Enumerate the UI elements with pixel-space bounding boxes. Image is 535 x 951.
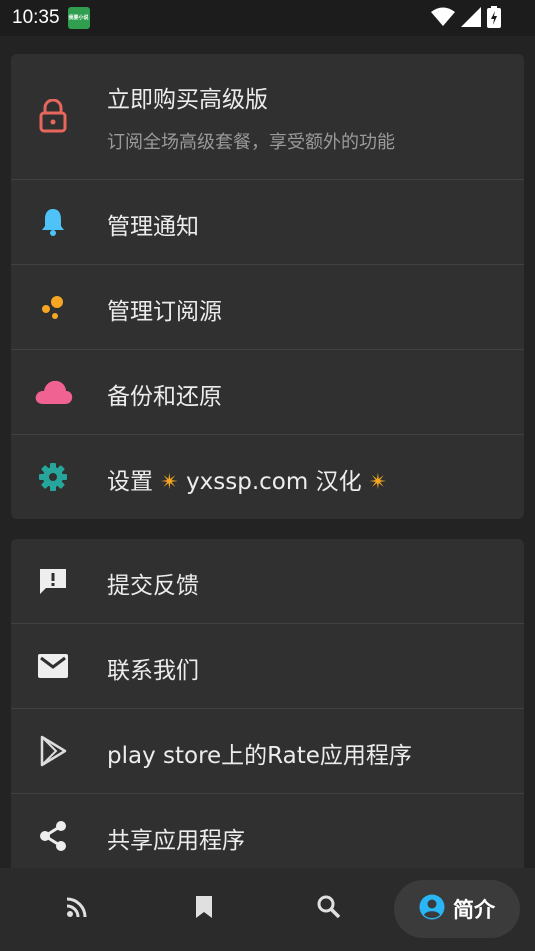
share-icon [33,816,73,856]
nav-search[interactable] [304,884,354,934]
bell-icon [33,202,73,242]
buy-premium-item[interactable]: 立即购买高级版 订阅全场高级套餐，享受额外的功能 [11,54,524,180]
premium-title: 立即购买高级版 [107,87,268,113]
status-time: 10:35 [12,7,60,28]
premium-subtitle: 订阅全场高级套餐，享受额外的功能 [107,132,395,153]
nav-bookmarks[interactable] [179,884,229,934]
share-app-item[interactable]: 共享应用程序 [11,794,524,869]
settings-label-prefix: 设置 [107,469,153,495]
nav-feeds[interactable] [52,884,102,934]
submit-feedback-item[interactable]: 提交反馈 [11,539,524,624]
profile-icon [419,894,445,924]
signal-icon [461,7,481,31]
menu-item-label: play store上的Rate应用程序 [107,743,412,769]
gear-icon [33,457,73,497]
menu-item-label: 提交反馈 [107,573,199,599]
sparkle-icon: ✴ [368,470,388,495]
rss-icon [66,896,88,922]
rate-app-item[interactable]: play store上的Rate应用程序 [11,709,524,794]
menu-item-label: 联系我们 [107,658,199,684]
contact-us-item[interactable]: 联系我们 [11,624,524,709]
bottom-navigation: 简介 [0,868,535,951]
nav-profile-label: 简介 [453,898,495,922]
feedback-icon [33,561,73,601]
cloud-icon [33,372,73,412]
settings-label-text: yxssp.com 汉化 [186,469,362,495]
menu-item-label: 管理通知 [107,214,199,240]
dots-icon [33,287,73,327]
menu-item-label: 管理订阅源 [107,299,222,325]
backup-restore-item[interactable]: 备份和还原 [11,350,524,435]
settings-item[interactable]: 设置 ✴ yxssp.com 汉化 ✴ [11,435,524,519]
sparkle-icon: ✴ [160,470,179,495]
play-store-icon [33,731,73,771]
manage-notifications-item[interactable]: 管理通知 [11,180,524,265]
primary-menu-card: 立即购买高级版 订阅全场高级套餐，享受额外的功能 管理通知 管理订阅源 备份和还… [11,54,524,519]
battery-icon [487,6,501,32]
settings-label: 设置 ✴ yxssp.com 汉化 ✴ [107,462,387,496]
bookmark-icon [194,895,214,923]
status-indicators [431,6,501,32]
wifi-icon [431,7,455,31]
mail-icon [33,646,73,686]
nav-profile[interactable]: 简介 [394,880,520,938]
menu-item-label: 共享应用程序 [107,828,245,854]
lock-icon [33,96,73,136]
manage-subscriptions-item[interactable]: 管理订阅源 [11,265,524,350]
search-icon [317,895,341,923]
status-bar: 10:35 我要小说 [0,0,535,36]
app-notification-icon: 我要小说 [67,7,90,29]
menu-item-label: 备份和还原 [107,384,222,410]
secondary-menu-card: 提交反馈 联系我们 play store上的Rate应用程序 共享应用程序 [11,539,524,869]
